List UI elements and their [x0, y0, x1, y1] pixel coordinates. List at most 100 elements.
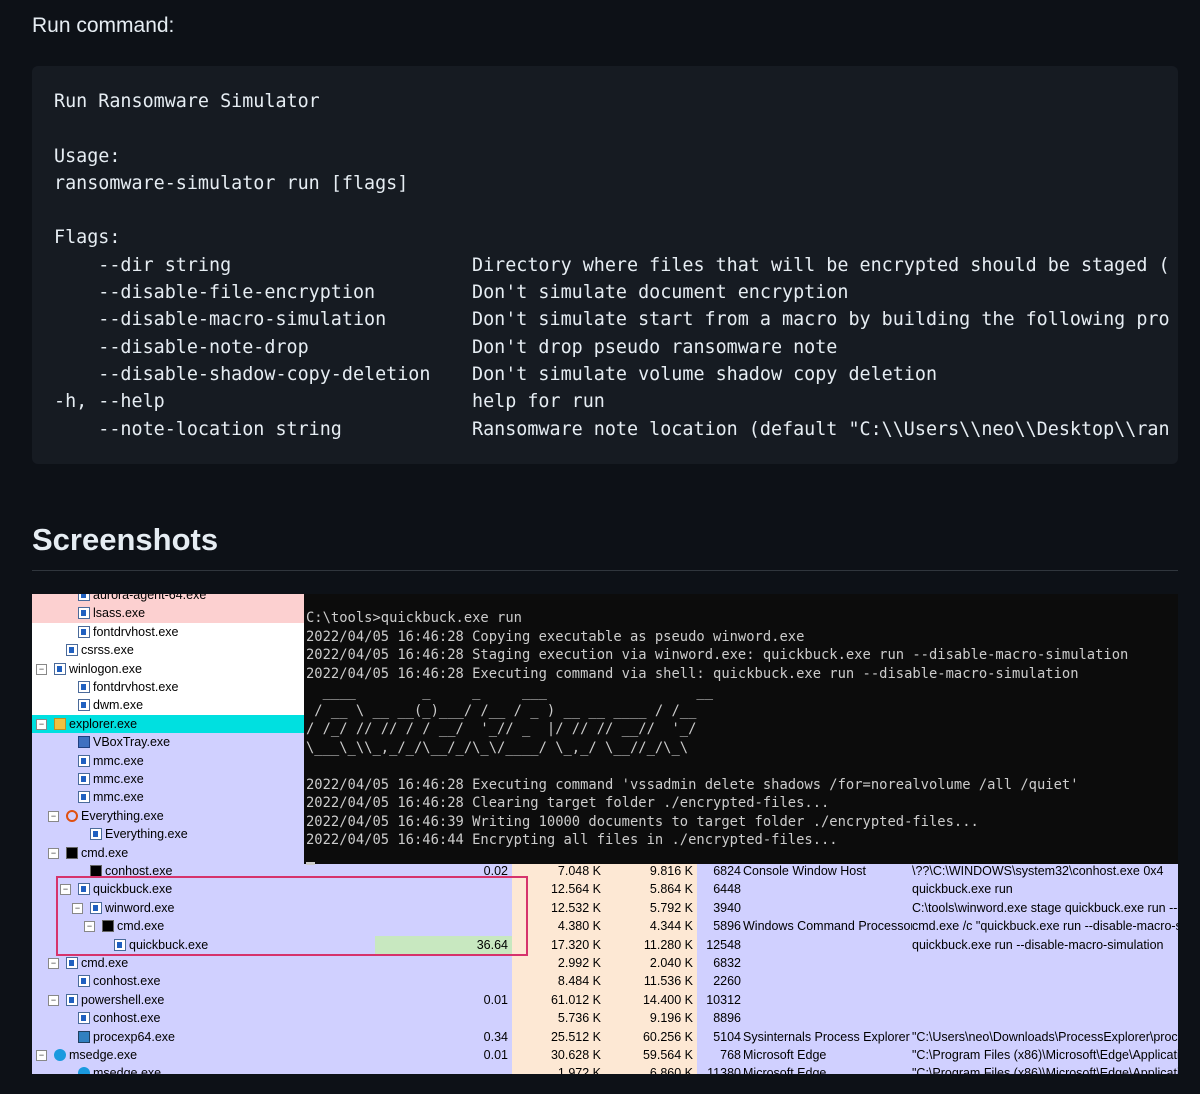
process-description [741, 993, 743, 1007]
command-line-cell: "C:\Users\neo\Downloads\ProcessExplorer\… [912, 1027, 1178, 1046]
pid-description-cell: 2260 [697, 972, 912, 991]
command-line-cell: quickbuck.exe run --disable-macro-simula… [912, 935, 1178, 954]
flag-desc: Directory where files that will be encry… [472, 254, 1170, 276]
process-name: msedge.exe [93, 1066, 162, 1074]
terminal-line: 2022/04/05 16:46:28 Staging execution vi… [306, 647, 1129, 663]
process-name-cell: conhost.exe [32, 1009, 375, 1028]
process-icon [78, 773, 90, 785]
screenshot-image: aurora-agent-64.exe lsass.exe fontdrvhost.… [32, 594, 1178, 1074]
code-text: Run Ransomware Simulator Usage: ransomware… [54, 88, 1170, 443]
pid-value: 12548 [706, 937, 741, 952]
process-name-cell: − cmd.exe [32, 954, 375, 973]
collapse-toggle-icon[interactable]: − [48, 958, 59, 969]
process-name: winlogon.exe [69, 661, 142, 676]
terminal-cursor [306, 862, 315, 865]
process-icon [78, 681, 90, 693]
process-name: msedge.exe [69, 1048, 138, 1062]
working-set-cell: 5.792 K [605, 898, 697, 918]
pid-description-cell: 5896 Windows Command Processor [697, 917, 915, 936]
cpu-cell: 0.01 [375, 1046, 512, 1065]
command-line-cell [912, 1009, 1178, 1028]
pid-value: 6824 [713, 864, 741, 878]
terminal-line: ____ _ _ ___ __ [306, 684, 714, 700]
working-set-cell: 9.816 K [605, 862, 697, 881]
flag-name: --disable-macro-simulation [54, 309, 387, 331]
process-icon [66, 809, 78, 822]
flag-name: -h, --help [54, 391, 165, 413]
process-description: Sysinternals Process Explorer [743, 1029, 910, 1044]
working-set-cell: 14.400 K [605, 990, 697, 1010]
highlight-box [56, 876, 528, 956]
process-icon [78, 1030, 90, 1043]
cpu-cell [375, 1064, 512, 1074]
pid-description-cell: 6448 [697, 880, 912, 899]
process-icon [66, 993, 78, 1006]
collapse-toggle-icon[interactable]: − [48, 810, 59, 822]
process-icon [78, 975, 90, 988]
terminal-line: / /_/ // // / / __/ '_// _ |/ // // __//… [306, 721, 697, 737]
collapse-toggle-icon[interactable]: − [36, 718, 47, 730]
process-description [741, 1011, 743, 1025]
process-name: dwm.exe [93, 698, 144, 713]
pid-description-cell: 768 Microsoft Edge [697, 1046, 912, 1065]
process-name: fontdrvhost.exe [93, 624, 179, 639]
working-set-cell: 6.860 K [605, 1064, 697, 1074]
screenshots-heading: Screenshots [32, 522, 219, 557]
working-set-cell: 2.040 K [605, 954, 697, 973]
process-icon [78, 594, 90, 601]
process-name: mmc.exe [93, 753, 144, 768]
private-bytes-cell: 2.992 K [512, 954, 605, 973]
process-name: Everything.exe [105, 827, 188, 842]
process-name: procexp64.exe [93, 1029, 176, 1044]
process-name: mmc.exe [93, 790, 144, 805]
code-line: Usage: [54, 145, 121, 167]
working-set-cell: 59.564 K [605, 1046, 697, 1065]
process-description [741, 882, 743, 896]
process-icon [78, 754, 90, 767]
flag-row: --note-location string Ransomware note lo… [54, 416, 1169, 443]
table-row[interactable]: conhost.exe 8.484 K 11.536 K 2260 [32, 972, 1178, 991]
terminal-line: 2022/04/05 16:46:44 Encrypting all files… [306, 832, 838, 848]
collapse-toggle-icon[interactable]: − [48, 847, 59, 859]
table-row[interactable]: − cmd.exe 2.992 K 2.040 K 6832 [32, 954, 1178, 973]
process-name: csrss.exe [81, 643, 134, 658]
pid-value: 2260 [713, 974, 741, 989]
table-row[interactable]: − msedge.exe 0.01 30.628 K 59.564 K 768 Micros… [32, 1046, 1178, 1065]
process-name: mmc.exe [93, 772, 144, 786]
cpu-cell: 0.01 [375, 990, 512, 1010]
command-line-cell: cmd.exe /c "quickbuck.exe run --disable-… [912, 917, 1178, 936]
table-row[interactable]: procexp64.exe 0.34 25.512 K 60.256 K 5104 Sys… [32, 1027, 1178, 1046]
command-line-cell [912, 972, 1178, 991]
process-name: VBoxTray.exe [93, 735, 171, 750]
pid-value: 8896 [713, 1011, 741, 1026]
table-row[interactable]: conhost.exe 5.736 K 9.196 K 8896 [32, 1009, 1178, 1028]
table-row[interactable]: − powershell.exe 0.01 61.012 K 14.400 K 10312 [32, 990, 1178, 1010]
code-block: Run Ransomware Simulator Usage: ransomware… [32, 66, 1178, 464]
table-row[interactable]: msedge.exe 1.972 K 6.860 K 11380 Microsoft E… [32, 1064, 1178, 1074]
process-name: conhost.exe [93, 1011, 161, 1026]
pid-value: 3940 [713, 900, 741, 915]
pid-value: 10312 [706, 992, 741, 1007]
collapse-toggle-icon[interactable]: − [36, 1050, 47, 1061]
process-icon [78, 791, 90, 804]
process-description [741, 974, 743, 988]
working-set-cell: 9.196 K [605, 1009, 697, 1028]
pid-description-cell: 5104 Sysinternals Process Explorer [697, 1027, 912, 1046]
flag-row: -h, --help help for run [54, 388, 605, 415]
terminal-line: C:\tools>quickbuck.exe run [306, 610, 522, 626]
process-icon [66, 957, 78, 969]
flag-desc: Don't simulate document encryption [472, 282, 849, 304]
private-bytes-cell: 8.484 K [512, 972, 605, 991]
process-description: Console Window Host [743, 864, 866, 878]
private-bytes-cell: 5.736 K [512, 1009, 605, 1028]
collapse-toggle-icon[interactable]: − [36, 663, 47, 675]
flag-row: --disable-macro-simulation Don't simulate… [54, 306, 1169, 333]
command-line-cell: "C:\Program Files (x86)\Microsoft\Edge\A… [912, 1046, 1178, 1065]
collapse-toggle-icon[interactable]: − [48, 994, 59, 1006]
command-line-cell: C:\tools\winword.exe stage quickbuck.exe… [912, 898, 1178, 918]
terminal-line: 2022/04/05 16:46:39 Writing 10000 docume… [306, 813, 979, 830]
flag-desc: Don't simulate volume shadow copy deleti… [472, 363, 938, 385]
working-set-cell: 60.256 K [605, 1027, 697, 1046]
